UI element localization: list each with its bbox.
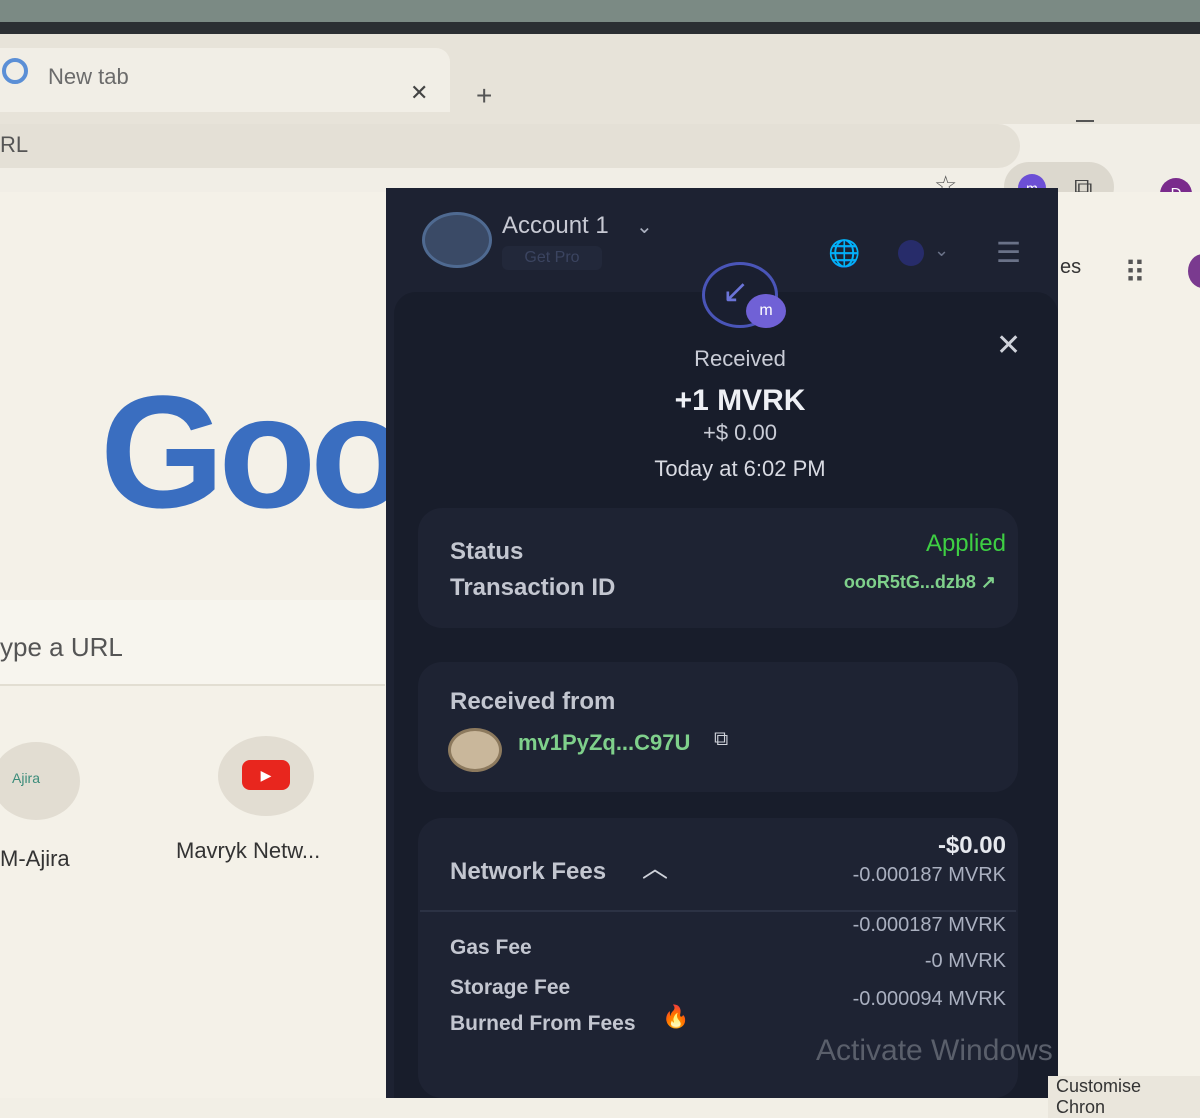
network-chevron-icon[interactable]: ⌄	[934, 240, 949, 261]
shortcut-label-ajira: M-Ajira	[0, 846, 70, 871]
copy-icon[interactable]: ⧉	[714, 728, 728, 751]
storage-fee-label: Storage Fee	[450, 976, 571, 999]
chevron-up-icon[interactable]: ︿	[642, 848, 668, 885]
tab-close-icon[interactable]: ✕	[410, 80, 428, 106]
network-selector-icon[interactable]	[898, 240, 924, 266]
status-card	[418, 508, 1018, 628]
transaction-type: Received	[694, 346, 786, 371]
arrow-down-left-icon: ↙	[722, 273, 749, 309]
transaction-id-value: oooR5tG...dzb8	[843, 572, 976, 592]
minimize-icon[interactable]	[1076, 120, 1094, 122]
chevron-down-icon[interactable]: ⌄	[636, 214, 653, 239]
received-from-label: Received from	[450, 688, 616, 715]
search-placeholder: ype a URL	[0, 632, 123, 662]
chrome-logo-icon	[2, 58, 28, 84]
account-name[interactable]: Account 1	[502, 212, 609, 240]
close-icon[interactable]: ✕	[996, 328, 1021, 363]
youtube-icon: ▶	[242, 760, 290, 790]
shortcut-label-mavryk: Mavryk Netw...	[176, 838, 321, 863]
fees-divider	[420, 910, 1016, 912]
burned-fees-label: Burned From Fees	[450, 1012, 636, 1035]
monitor-bezel-top	[0, 0, 1200, 22]
external-link-icon: ↗	[980, 572, 996, 592]
ajira-logo-icon: Ajira	[12, 770, 41, 786]
customise-chrome-button[interactable]: Customise Chron	[1048, 1076, 1200, 1118]
address-bar-text: RL	[0, 132, 29, 157]
page-link-fragment[interactable]: es	[1060, 256, 1081, 279]
account-avatar[interactable]	[422, 212, 492, 268]
transaction-time: Today at 6:02 PM	[654, 456, 826, 481]
mavryk-token-icon: m	[746, 294, 786, 328]
received-from-card	[418, 662, 1018, 792]
transaction-id-link[interactable]: oooR5tG...dzb8 ↗	[810, 572, 996, 593]
storage-fee-value: -0 MVRK	[924, 950, 1006, 972]
network-fees-fiat: -$0.00	[937, 832, 1006, 859]
get-pro-button[interactable]: Get Pro	[502, 246, 602, 270]
gas-fee-value: -0.000187 MVRK	[852, 914, 1006, 936]
network-fees-label[interactable]: Network Fees	[450, 858, 606, 886]
apps-grid-icon[interactable]: ⠿	[1124, 256, 1146, 291]
activate-windows-watermark: Activate Windows	[816, 1034, 1053, 1067]
transaction-amount: +1 MVRK	[674, 384, 806, 417]
tab-title: New tab	[48, 64, 129, 89]
transaction-fiat: +$ 0.00	[702, 420, 777, 445]
transaction-id-label: Transaction ID	[450, 574, 616, 601]
sender-avatar	[448, 728, 502, 772]
google-logo: Goo	[100, 362, 408, 541]
fire-icon: 🔥	[662, 1004, 690, 1029]
monitor-bezel	[0, 22, 1200, 34]
address-bar[interactable]	[0, 124, 1020, 168]
status-label: Status	[450, 538, 524, 565]
hamburger-menu-icon[interactable]: ☰	[996, 236, 1021, 269]
globe-icon[interactable]: 🌐	[828, 238, 860, 269]
sender-address[interactable]: mv1PyZq...C97U	[518, 730, 690, 756]
status-badge: Applied	[925, 530, 1006, 557]
new-tab-icon[interactable]: +	[476, 80, 492, 112]
network-fees-amount: -0.000187 MVRK	[852, 864, 1006, 886]
burned-fees-value: -0.000094 MVRK	[852, 988, 1006, 1010]
gas-fee-label: Gas Fee	[450, 936, 532, 959]
